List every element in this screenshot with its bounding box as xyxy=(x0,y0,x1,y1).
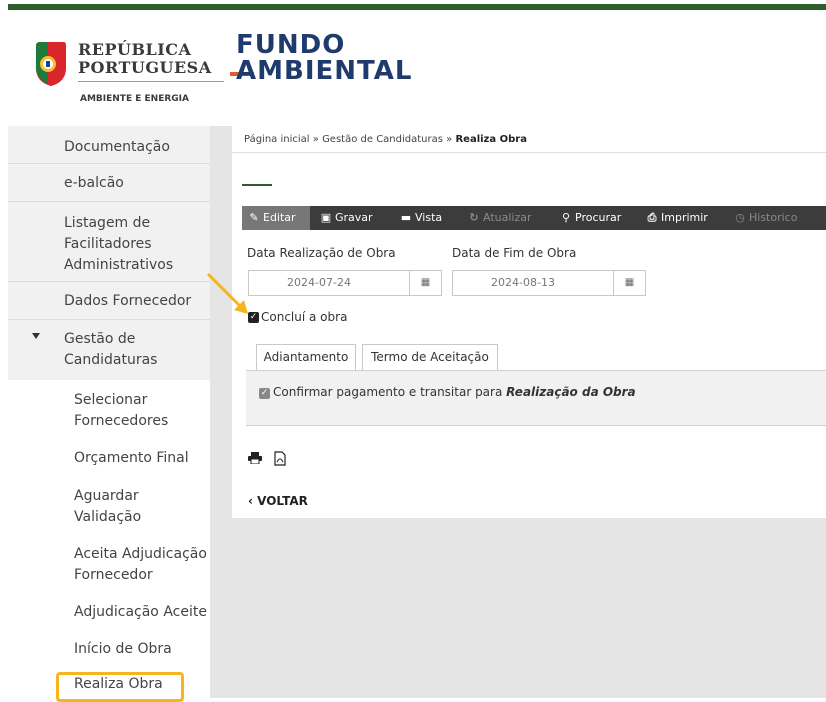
vista-button[interactable]: ▬ Vista xyxy=(394,206,458,230)
ministry-label: AMBIENTE E ENERGIA xyxy=(80,94,189,104)
site-header: REPÚBLICA PORTUGUESA AMBIENTE E ENERGIA … xyxy=(8,10,826,126)
logo-divider xyxy=(78,81,224,82)
sidebar-subitem-label: Início de Obra xyxy=(74,641,172,657)
sidebar-subitem-label: Selecionar Fornecedores xyxy=(74,392,169,429)
window-icon: ▬ xyxy=(400,211,412,224)
fundo-logo-line1: FUNDO xyxy=(236,30,346,60)
procurar-button[interactable]: ⚲ Procurar xyxy=(554,206,638,230)
sidebar-item-label: e-balcão xyxy=(64,175,124,191)
tab-termo-aceitacao[interactable]: Termo de Aceitação xyxy=(362,344,498,370)
sidebar-item-e-balcao[interactable]: e-balcão xyxy=(8,164,210,202)
sidebar-item-documentacao[interactable]: Documentação xyxy=(8,126,210,164)
save-icon: ▣ xyxy=(320,211,332,224)
breadcrumb-separator: » xyxy=(312,134,319,145)
sidebar-subitem-selecionar-fornecedores[interactable]: Selecionar Fornecedores xyxy=(8,386,210,436)
fundo-ambiental-logo[interactable]: FUNDO AMBIENTAL xyxy=(230,32,430,102)
breadcrumb-home[interactable]: Página inicial xyxy=(244,134,310,145)
action-toolbar: ✎ Editar ▣ Gravar ▬ Vista ↻ Atualizar ⚲ Procu… xyxy=(242,206,826,230)
sidebar-item-dados-fornecedor[interactable]: Dados Fornecedor xyxy=(8,282,210,320)
refresh-icon: ↻ xyxy=(469,211,479,224)
sidebar-subpanel: Selecionar Fornecedores Orçamento Final … xyxy=(8,380,210,698)
confirmar-pagamento-label: Confirmar pagamento e transitar para Rea… xyxy=(273,385,636,399)
calendar-icon[interactable]: ▦ xyxy=(613,271,645,295)
sidebar: Documentação e-balcão Listagem de Facili… xyxy=(8,126,210,698)
republica-line1: REPÚBLICA xyxy=(78,40,192,59)
breadcrumb-separator: » xyxy=(446,134,453,145)
data-fim-label: Data de Fim de Obra xyxy=(452,246,577,260)
printer-icon[interactable] xyxy=(248,452,262,464)
content-footer-area xyxy=(232,518,826,698)
breadcrumb-current: Realiza Obra xyxy=(455,134,527,145)
search-icon: ⚲ xyxy=(561,211,571,224)
sidebar-subitem-label: Aguardar Validação xyxy=(74,488,142,525)
voltar-link[interactable]: ‹ VOLTAR xyxy=(248,494,308,508)
pdf-icon[interactable] xyxy=(274,451,286,466)
fundo-logo-line2: AMBIENTAL xyxy=(236,56,413,86)
atualizar-button[interactable]: ↻ Atualizar xyxy=(462,206,552,230)
sidebar-item-label: Listagem de Facilitadores Administrativo… xyxy=(64,215,174,273)
top-bar xyxy=(0,0,826,10)
chevron-down-icon xyxy=(32,333,40,339)
calendar-icon[interactable]: ▦ xyxy=(409,271,441,295)
sidebar-subitem-label: Orçamento Final xyxy=(74,450,189,466)
data-realizacao-field[interactable]: 2024-07-24 ▦ xyxy=(248,270,442,296)
sidebar-subitem-orcamento-final[interactable]: Orçamento Final xyxy=(8,444,210,474)
tab-adiantamento[interactable]: Adiantamento xyxy=(256,344,356,370)
breadcrumb: Página inicial » Gestão de Candidaturas … xyxy=(244,134,527,145)
chevron-left-icon: ‹ xyxy=(248,494,253,508)
sidebar-item-label: Gestão de Candidaturas xyxy=(64,331,158,368)
sidebar-subitem-label: Adjudicação Aceite xyxy=(74,604,207,620)
tab-bar: Adiantamento Termo de Aceitação xyxy=(256,344,826,370)
republica-logo[interactable]: REPÚBLICA PORTUGUESA AMBIENTE E ENERGIA xyxy=(34,38,224,118)
main-content: Página inicial » Gestão de Candidaturas … xyxy=(232,126,826,518)
data-fim-value: 2024-08-13 xyxy=(491,276,555,289)
conclui-obra-label: Concluí a obra xyxy=(261,310,348,324)
sidebar-subitem-adjudicacao-aceite[interactable]: Adjudicação Aceite xyxy=(8,598,210,628)
sidebar-item-gestao-candidaturas[interactable]: Gestão de Candidaturas xyxy=(8,320,210,380)
data-realizacao-value: 2024-07-24 xyxy=(287,276,351,289)
editar-button[interactable]: ✎ Editar xyxy=(242,206,310,230)
sidebar-item-label: Documentação xyxy=(64,139,170,155)
gravar-button[interactable]: ▣ Gravar xyxy=(314,206,390,230)
sidebar-item-label: Dados Fornecedor xyxy=(64,293,192,309)
annotation-arrow-icon xyxy=(206,272,248,314)
republica-line2: PORTUGUESA xyxy=(78,58,212,77)
imprimir-button[interactable]: ⎙ Imprimir xyxy=(640,206,726,230)
portugal-emblem-icon xyxy=(36,42,66,86)
tab-panel: ✓ Confirmar pagamento e transitar para R… xyxy=(246,370,826,426)
historico-button[interactable]: ◷ Historico xyxy=(728,206,818,230)
content-gutter xyxy=(210,126,232,698)
sidebar-item-facilitadores[interactable]: Listagem de Facilitadores Administrativo… xyxy=(8,202,210,282)
breadcrumb-gestao[interactable]: Gestão de Candidaturas xyxy=(322,134,443,145)
breadcrumb-divider xyxy=(232,152,826,153)
data-fim-field[interactable]: 2024-08-13 ▦ xyxy=(452,270,646,296)
sidebar-subitem-label: Aceita Adjudicação Fornecedor xyxy=(74,546,207,583)
sidebar-subitem-aceita-adjudicacao[interactable]: Aceita Adjudicação Fornecedor xyxy=(8,540,210,590)
sidebar-subitem-inicio-obra[interactable]: Início de Obra xyxy=(8,636,210,666)
sidebar-subitem-aguardar-validacao[interactable]: Aguardar Validação xyxy=(8,482,210,532)
print-icon: ⎙ xyxy=(647,211,657,224)
history-icon: ◷ xyxy=(735,211,745,224)
pencil-icon: ✎ xyxy=(249,211,259,224)
page-title-underline xyxy=(242,184,272,186)
confirmar-pagamento-checkbox: ✓ xyxy=(259,388,270,399)
data-realizacao-label: Data Realização de Obra xyxy=(247,246,396,260)
